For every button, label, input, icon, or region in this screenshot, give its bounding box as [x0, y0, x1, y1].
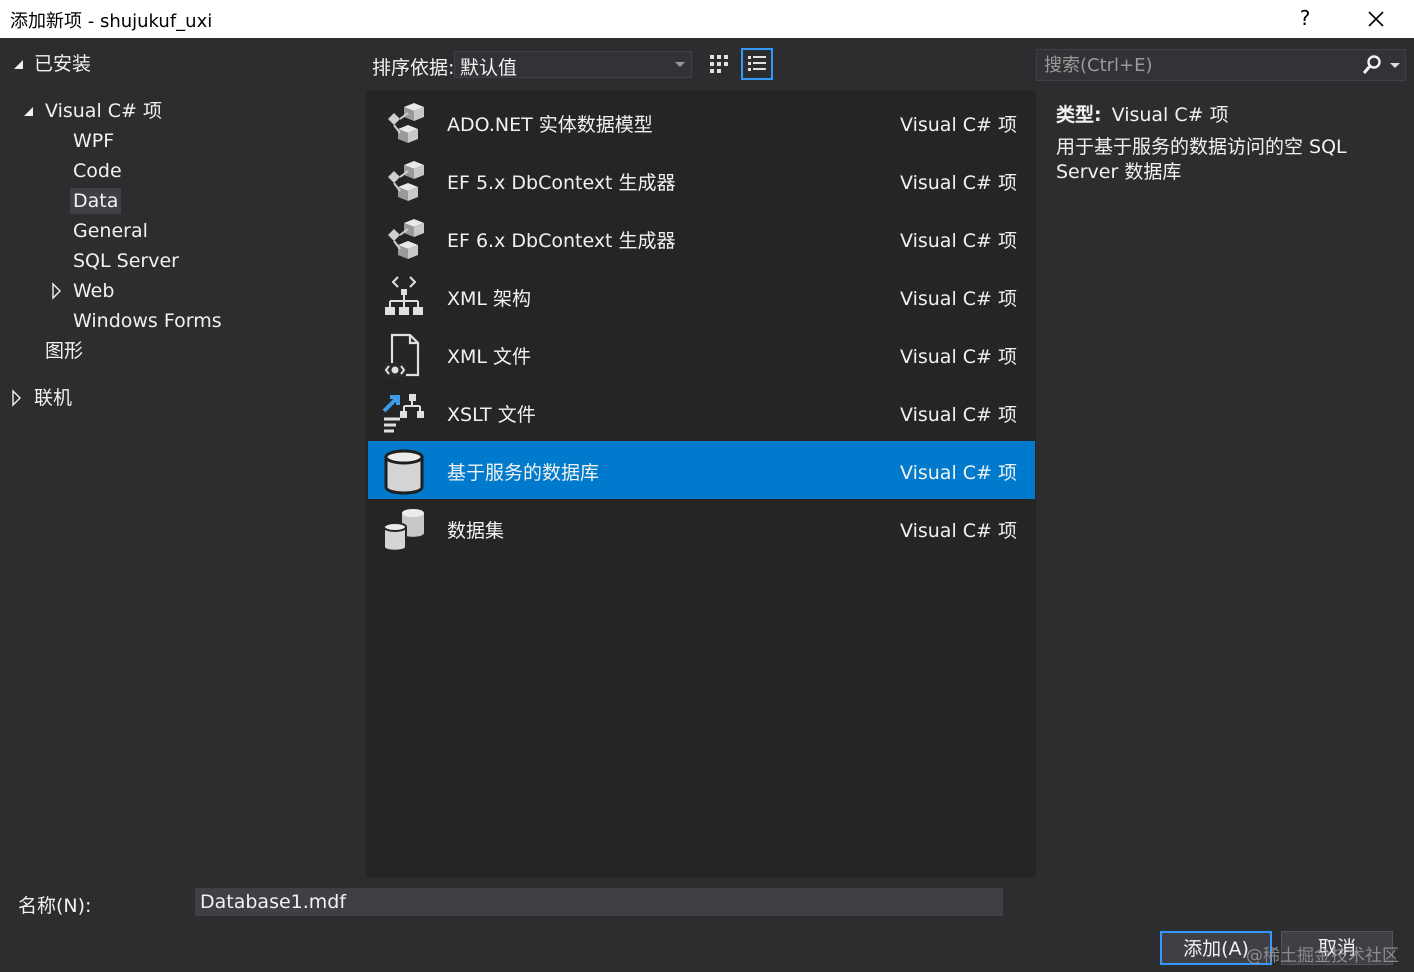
tree-node-visual-csharp[interactable]: Visual C# 项 [22, 98, 162, 124]
list-item[interactable]: ADO.NET 实体数据模型 Visual C# 项 [368, 93, 1035, 151]
template-list: ADO.NET 实体数据模型 Visual C# 项 EF 5.x DbCont… [366, 90, 1036, 878]
details-view-button[interactable] [741, 48, 773, 80]
chevron-down-icon [675, 62, 685, 67]
xml-file-icon [384, 333, 420, 377]
list-view-icon [748, 56, 766, 71]
tree-item-wpf[interactable]: WPF [73, 128, 114, 154]
name-label: 名称(N): [18, 895, 92, 917]
sort-label: 排序依据: [372, 57, 455, 79]
item-type: Visual C# 项 [900, 288, 1017, 310]
tree-label-sql-server: SQL Server [73, 250, 179, 272]
list-item[interactable]: EF 6.x DbContext 生成器 Visual C# 项 [368, 209, 1035, 267]
search-icon[interactable] [1361, 54, 1383, 76]
bottom-bar: 名称(N): 添加(A) 取消 @稀土掘金技术社区 [0, 878, 1414, 972]
tree-item-code[interactable]: Code [73, 158, 122, 184]
small-icons-view-button[interactable] [703, 48, 735, 80]
tree-label-visual-csharp: Visual C# 项 [45, 100, 162, 122]
expanded-arrow-icon [24, 107, 33, 116]
tree-item-web[interactable]: Web [50, 278, 114, 304]
collapsed-arrow-icon [12, 389, 21, 407]
details-type-value: Visual C# 项 [1111, 104, 1229, 126]
tree-item-sql-server[interactable]: SQL Server [73, 248, 179, 274]
dataset-icon [383, 509, 424, 552]
details-panel: 类型: Visual C# 项 用于基于服务的数据访问的空 SQL Server … [1036, 90, 1414, 878]
toolbar: 排序依据: 默认值 [366, 38, 1036, 90]
list-item[interactable]: 数据集 Visual C# 项 [368, 499, 1035, 557]
window-title: 添加新项 - shujukuf_uxi [10, 11, 213, 32]
item-name: XSLT 文件 [447, 404, 536, 426]
watermark: @稀土掘金技术社区 [1246, 946, 1399, 966]
tree-item-general[interactable]: General [73, 218, 148, 244]
list-item[interactable]: EF 5.x DbContext 生成器 Visual C# 项 [368, 151, 1035, 209]
search-box [1036, 49, 1406, 81]
item-name: XML 文件 [447, 346, 532, 368]
tree-label-installed: 已安装 [34, 53, 92, 75]
item-type: Visual C# 项 [900, 114, 1017, 136]
tree-label-wpf: WPF [73, 130, 115, 152]
title-bar: 添加新项 - shujukuf_uxi ? [0, 0, 1414, 38]
tree-node-online[interactable]: 联机 [10, 385, 72, 411]
item-name: ADO.NET 实体数据模型 [447, 114, 653, 136]
list-item-selected[interactable]: 基于服务的数据库 Visual C# 项 [368, 441, 1035, 499]
xslt-file-icon [382, 394, 424, 433]
list-item[interactable]: XML 架构 Visual C# 项 [368, 267, 1035, 325]
tree-label-web: Web [73, 280, 115, 302]
collapsed-arrow-icon [52, 282, 61, 300]
item-type: Visual C# 项 [900, 230, 1017, 252]
search-input[interactable] [1037, 50, 1347, 80]
item-name: EF 5.x DbContext 生成器 [447, 172, 676, 194]
close-button[interactable] [1358, 3, 1394, 35]
tree-label-code: Code [73, 160, 122, 182]
item-name: 数据集 [447, 520, 505, 542]
item-type: Visual C# 项 [900, 520, 1017, 542]
dbcontext-generator-icon [388, 161, 424, 201]
tree-label-data: Data [73, 190, 119, 212]
details-description: 用于基于服务的数据访问的空 SQL Server 数据库 [1056, 136, 1347, 183]
item-type: Visual C# 项 [900, 172, 1017, 194]
tree-label-general: General [73, 220, 148, 242]
details-type-label: 类型: [1056, 104, 1102, 126]
details-type: 类型: Visual C# 项 [1056, 100, 1229, 127]
item-type: Visual C# 项 [900, 462, 1017, 484]
tree-item-windows-forms[interactable]: Windows Forms [73, 308, 222, 334]
list-item[interactable]: XSLT 文件 Visual C# 项 [368, 383, 1035, 441]
tree-item-data[interactable]: Data [70, 188, 122, 214]
expanded-arrow-icon [14, 60, 23, 69]
list-item[interactable]: XML 文件 Visual C# 项 [368, 325, 1035, 383]
item-name: 基于服务的数据库 [447, 462, 600, 484]
xml-schema-icon [385, 276, 423, 315]
entity-model-icon [388, 103, 424, 143]
tree-label-graphics: 图形 [45, 340, 84, 362]
sort-dropdown[interactable]: 默认值 [454, 51, 692, 79]
item-name: XML 架构 [447, 288, 532, 310]
item-name: EF 6.x DbContext 生成器 [447, 230, 676, 252]
database-icon [384, 449, 424, 495]
search-options-dropdown[interactable] [1390, 63, 1400, 68]
tree-item-graphics[interactable]: 图形 [45, 338, 83, 364]
name-input[interactable] [195, 888, 1003, 916]
close-icon [1368, 11, 1384, 27]
tree-node-installed[interactable]: 已安装 [12, 51, 91, 77]
category-tree: 已安装 Visual C# 项 WPF Code Data General SQ… [0, 38, 366, 878]
help-button[interactable]: ? [1290, 3, 1320, 35]
grid-view-icon [710, 55, 728, 73]
item-type: Visual C# 项 [900, 346, 1017, 368]
item-type: Visual C# 项 [900, 404, 1017, 426]
dbcontext-generator-icon [388, 219, 424, 259]
tree-label-online: 联机 [34, 387, 73, 409]
tree-label-windows-forms: Windows Forms [73, 310, 222, 332]
sort-value: 默认值 [460, 57, 518, 79]
